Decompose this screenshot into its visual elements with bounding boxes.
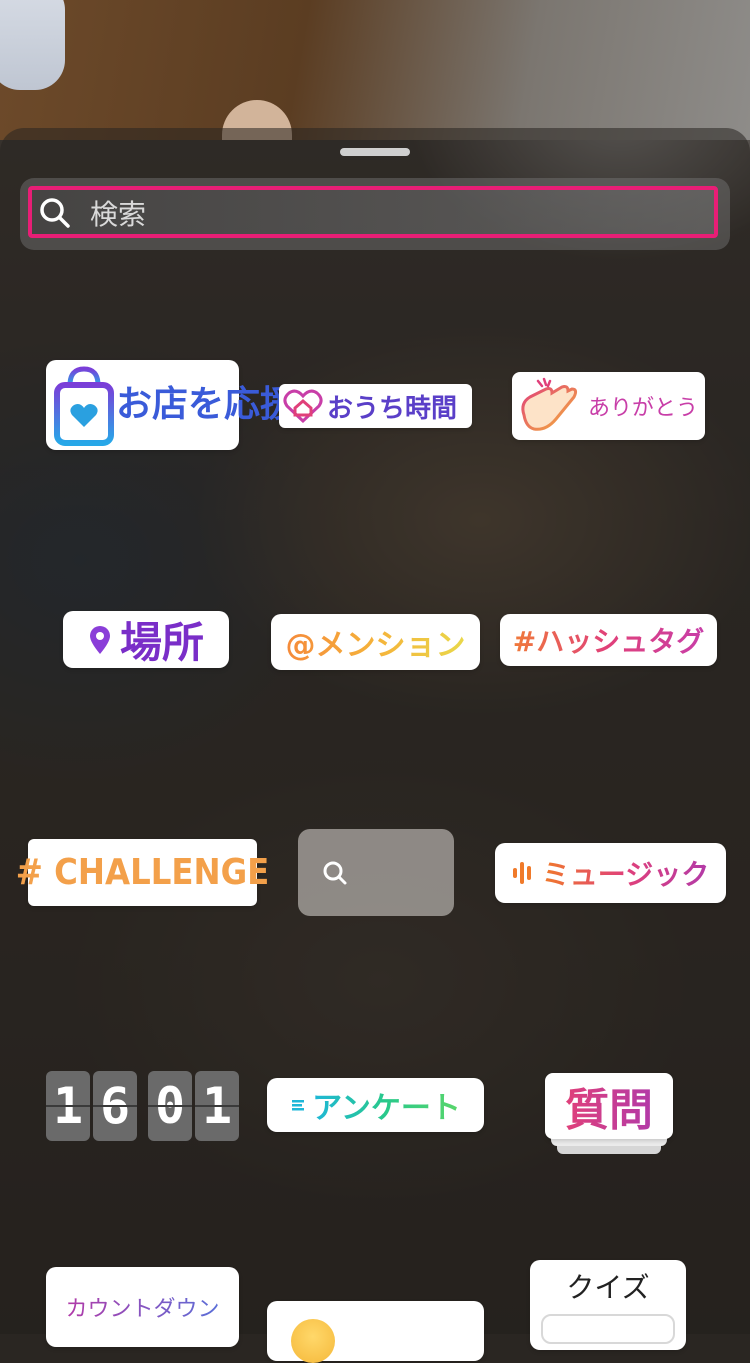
sticker-question[interactable]: 質問 <box>545 1073 673 1139</box>
clock-digit: 1 <box>46 1071 90 1141</box>
poll-lines-icon <box>292 1100 305 1111</box>
heart-house-icon <box>283 389 323 424</box>
sticker-label: お店を応援 <box>116 384 297 425</box>
sticker-label: クイズ <box>566 1271 650 1304</box>
sticker-countdown[interactable]: カウントダウン <box>46 1267 239 1347</box>
location-pin-icon <box>89 625 110 654</box>
sheet-drag-handle[interactable] <box>340 148 410 156</box>
shopping-bag-icon <box>54 366 114 446</box>
sticker-label: #ハッシュタグ <box>513 620 704 660</box>
sticker-support-shop[interactable]: お店を応援 <box>46 360 297 450</box>
clock-digit: 0 <box>148 1071 192 1141</box>
audio-waveform-icon <box>512 862 531 884</box>
clapping-hands-icon <box>521 377 578 431</box>
sticker-label: ありがとう <box>588 396 699 421</box>
sticker-hashtag[interactable]: #ハッシュタグ <box>500 614 717 666</box>
sticker-label: カウントダウン <box>65 1291 219 1323</box>
sticker-time[interactable]: 1 6 0 1 <box>46 1071 240 1141</box>
sticker-label: ミュージック <box>542 853 709 893</box>
sticker-challenge[interactable]: # CHALLENGE <box>16 839 269 906</box>
sticker-label: アンケート <box>312 1083 461 1127</box>
sticker-label: @メンション <box>286 620 466 664</box>
sticker-label: # CHALLENGE <box>15 852 270 893</box>
clock-digit: 1 <box>195 1071 239 1141</box>
search-input[interactable] <box>88 194 692 234</box>
quiz-answer-field <box>541 1314 675 1344</box>
search-icon <box>323 861 347 885</box>
clock-digit: 6 <box>93 1071 137 1141</box>
sticker-location[interactable]: 場所 <box>63 611 229 668</box>
sticker-music[interactable]: ミュージック <box>495 843 726 903</box>
sticker-stay-home[interactable]: おうち時間 <box>279 384 472 428</box>
background-photo-top <box>0 0 750 140</box>
sticker-thank-you[interactable]: ありがとう <box>512 372 705 440</box>
background-object <box>0 0 65 90</box>
sticker-mention[interactable]: @メンション <box>271 614 480 670</box>
sticker-gif-search[interactable] <box>298 829 454 916</box>
sticker-poll[interactable]: アンケート <box>267 1078 484 1132</box>
search-icon <box>40 198 70 228</box>
sticker-quiz[interactable]: クイズ <box>530 1260 686 1350</box>
emoji-face-icon <box>291 1319 335 1363</box>
sticker-emoji-slider[interactable] <box>267 1301 484 1363</box>
sticker-label: 場所 <box>119 618 204 667</box>
sticker-label: 質問 <box>565 1074 653 1138</box>
sticker-label: おうち時間 <box>327 393 458 424</box>
